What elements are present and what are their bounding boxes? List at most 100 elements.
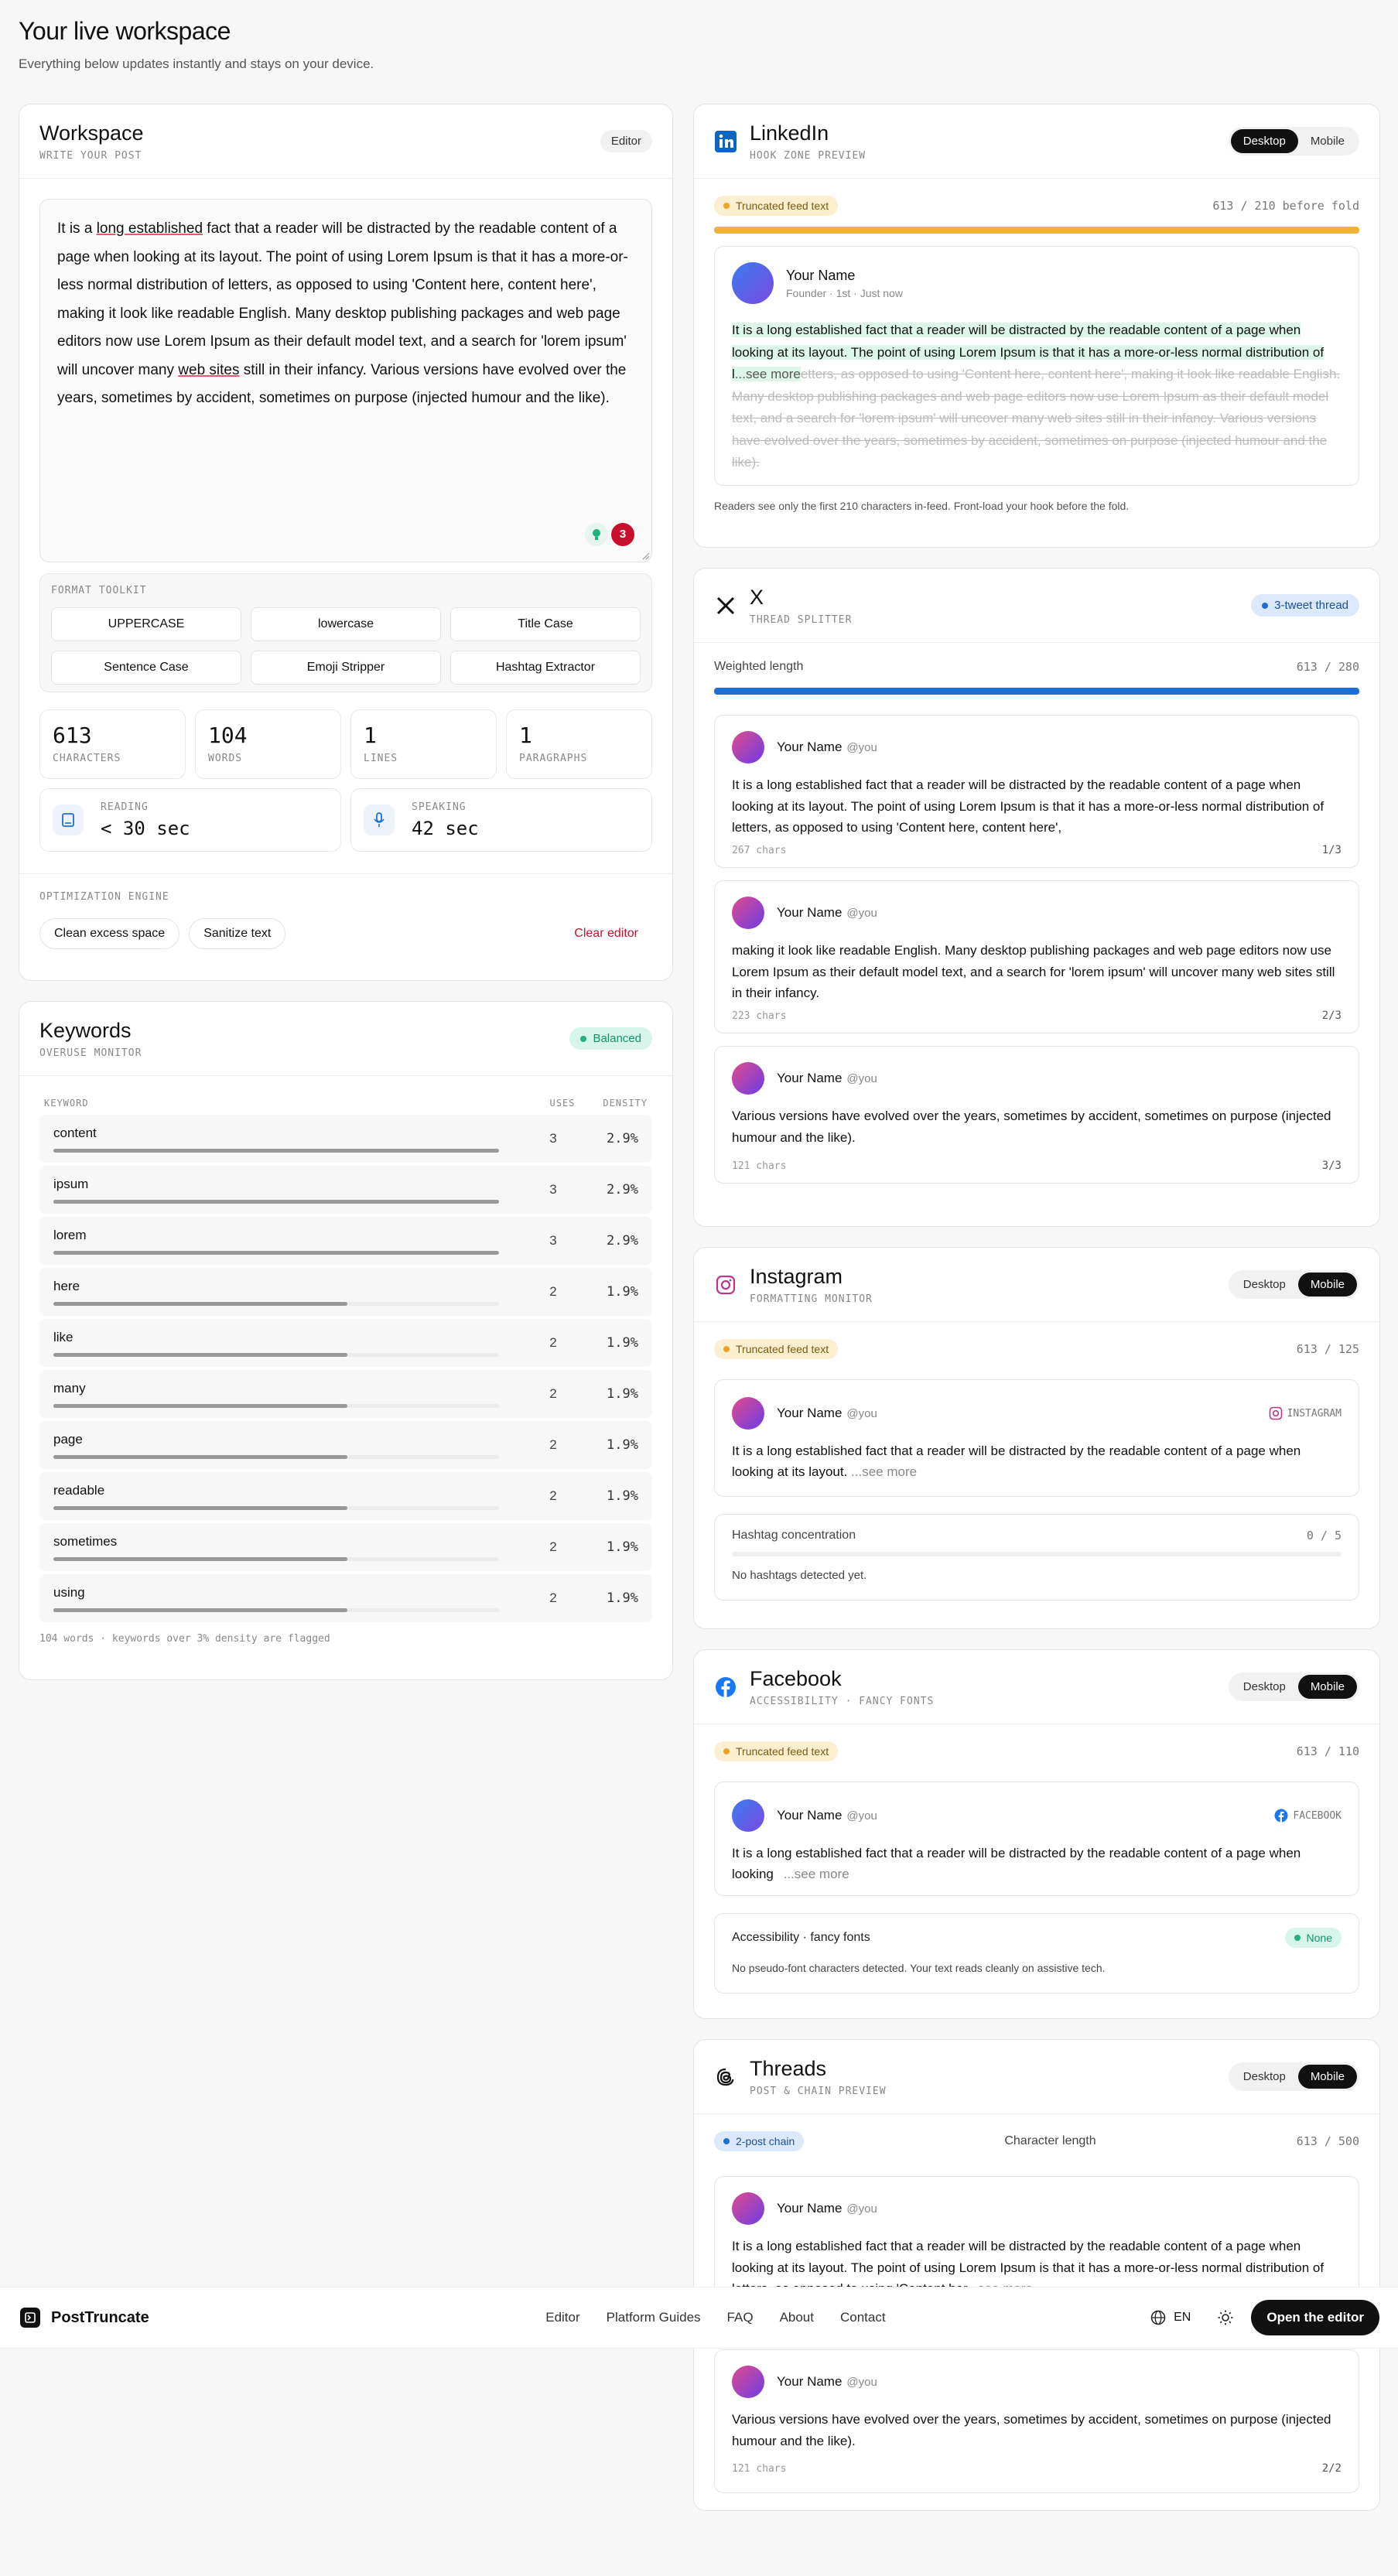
bottom-navbar: PostTruncate Editor Platform Guides FAQ …	[0, 2287, 1398, 2349]
stat-characters: 613 Characters	[39, 709, 186, 779]
stat-label: Paragraphs	[519, 753, 588, 764]
editor-flagged-phrase[interactable]: web sites	[178, 362, 239, 378]
brand[interactable]: PostTruncate	[20, 2308, 149, 2328]
keyword-uses: 2	[549, 1284, 557, 1299]
reading-label: Reading	[101, 801, 149, 813]
progress-fill	[714, 227, 1359, 234]
view-toggle: Desktop Mobile	[1228, 1270, 1359, 1299]
stat-lines: 1 Lines	[350, 709, 497, 779]
author-name: Your Name	[777, 2374, 843, 2389]
open-editor-button[interactable]: Open the editor	[1251, 2300, 1379, 2335]
brand-logo-icon	[20, 2308, 40, 2328]
accessibility-note: No pseudo-font characters detected. Your…	[732, 1962, 1106, 1974]
avatar	[732, 897, 764, 929]
desktop-toggle[interactable]: Desktop	[1231, 1273, 1298, 1297]
post-position: 2/2	[1321, 2462, 1342, 2475]
emoji-stripper-button[interactable]: Emoji Stripper	[251, 651, 441, 685]
avatar	[732, 1062, 764, 1095]
x-header: X Thread splitter 3-tweet thread	[694, 569, 1379, 643]
reading-time: Reading < 30 sec	[39, 788, 341, 852]
workspace-title: Workspace	[39, 121, 144, 145]
clean-space-button[interactable]: Clean excess space	[39, 918, 180, 949]
tweet-text: making it look like readable English. Ma…	[732, 943, 1335, 1000]
hashtag-extractor-button[interactable]: Hashtag Extractor	[450, 651, 641, 685]
tweet-position: 3/3	[1321, 1160, 1342, 1172]
keyword-label: using	[53, 1585, 85, 1600]
linkedin-icon	[714, 130, 737, 153]
page-title: Your live workspace	[19, 17, 231, 45]
title-case-button[interactable]: Title Case	[450, 607, 641, 641]
character-length-label: Character length	[1004, 2134, 1096, 2147]
facebook-title: Facebook	[750, 1666, 842, 1690]
instagram-header: Instagram Formatting monitor Desktop Mob…	[694, 1248, 1379, 1322]
facebook-card: Facebook Accessibility · Fancy fonts Des…	[693, 1649, 1380, 2019]
author-name: Your Name	[777, 1808, 843, 1823]
keyword-row: using 2 1.9%	[39, 1574, 652, 1622]
stat-label: Lines	[364, 753, 398, 764]
desktop-toggle[interactable]: Desktop	[1230, 129, 1298, 153]
desktop-toggle[interactable]: Desktop	[1231, 1675, 1298, 1699]
keywords-table-header: Keyword Uses Density	[19, 1098, 672, 1109]
chain-badge: 2-post chain	[714, 2131, 805, 2151]
nav-link-faq[interactable]: FAQ	[727, 2310, 754, 2325]
keyword-uses: 3	[549, 1233, 557, 1248]
density-fill	[53, 1149, 499, 1153]
avatar	[732, 1799, 764, 1832]
density-fill	[53, 1455, 348, 1459]
keyword-label: page	[53, 1432, 83, 1447]
threads-post: Your Name @you Various versions have evo…	[714, 2349, 1359, 2493]
truncated-badge-label: Truncated feed text	[736, 200, 829, 212]
sentence-case-button[interactable]: Sentence Case	[51, 651, 241, 685]
format-toolkit: Format toolkit UPPERCASE lowercase Title…	[39, 573, 652, 692]
editor-text: fact that a reader will be distracted by…	[57, 220, 628, 378]
book-icon	[53, 805, 84, 835]
keyword-uses: 2	[549, 1539, 557, 1554]
col-density: Density	[603, 1098, 648, 1109]
language-label: EN	[1174, 2311, 1191, 2324]
keyword-density-bar	[53, 1506, 499, 1510]
post-editor-textarea[interactable]: It is a long established fact that a rea…	[39, 199, 652, 562]
post-text: It is a long established fact that a rea…	[732, 319, 1342, 474]
keyword-row: many 2 1.9%	[39, 1370, 652, 1418]
keyword-density-bar	[53, 1353, 499, 1357]
accessibility-badge: None	[1284, 1928, 1342, 1948]
editor-flagged-phrase[interactable]: long established	[97, 220, 203, 237]
tweet-chars: 223 chars	[732, 1010, 787, 1022]
mobile-toggle[interactable]: Mobile	[1298, 129, 1357, 153]
mobile-toggle[interactable]: Mobile	[1297, 1273, 1357, 1297]
uppercase-button[interactable]: UPPERCASE	[51, 607, 241, 641]
keywords-list: content 3 2.9% ipsum 3 2.9% lorem 3 2.9% here 2 1.9…	[19, 1115, 672, 1622]
view-toggle: Desktop Mobile	[1228, 1672, 1359, 1701]
clear-editor-button[interactable]: Clear editor	[560, 919, 652, 948]
keyword-density-bar	[53, 1200, 499, 1204]
workspace-subtitle: Write your post	[39, 149, 142, 162]
theme-toggle-sun-icon[interactable]	[1217, 2309, 1234, 2326]
see-more-link[interactable]: ...see more	[734, 367, 801, 381]
nav-link-about[interactable]: About	[780, 2310, 814, 2325]
keyword-label: sometimes	[53, 1534, 118, 1549]
nav-link-platform-guides[interactable]: Platform Guides	[607, 2310, 701, 2325]
grammar-widget[interactable]: 3	[585, 523, 634, 546]
lowercase-button[interactable]: lowercase	[251, 607, 441, 641]
threads-card: Threads Post & chain preview Desktop Mob…	[693, 2039, 1380, 2511]
optimization-label: Optimization engine	[39, 891, 169, 903]
author-name: Your Name	[777, 740, 843, 754]
keyword-uses: 2	[549, 1437, 557, 1452]
keyword-label: content	[53, 1126, 97, 1140]
see-more-link[interactable]: ...see more	[851, 1464, 917, 1479]
mobile-toggle[interactable]: Mobile	[1297, 2065, 1357, 2089]
post-text: Various versions have evolved over the y…	[732, 2412, 1331, 2448]
nav-link-editor[interactable]: Editor	[545, 2310, 579, 2325]
see-more-link[interactable]: ...see more	[784, 1867, 849, 1881]
tweet-chars: 267 chars	[732, 844, 787, 856]
mobile-toggle[interactable]: Mobile	[1297, 1675, 1357, 1699]
sanitize-text-button[interactable]: Sanitize text	[189, 918, 286, 949]
x-count: 613 / 280	[1296, 660, 1359, 674]
language-selector[interactable]: EN	[1150, 2310, 1191, 2325]
resize-handle-icon[interactable]	[641, 551, 650, 560]
desktop-toggle[interactable]: Desktop	[1231, 2065, 1298, 2089]
avatar	[732, 262, 774, 304]
nav-link-contact[interactable]: Contact	[840, 2310, 886, 2325]
speaking-label: Speaking	[412, 801, 467, 813]
accessibility-panel: Accessibility · fancy fonts None No pseu…	[714, 1913, 1359, 1993]
